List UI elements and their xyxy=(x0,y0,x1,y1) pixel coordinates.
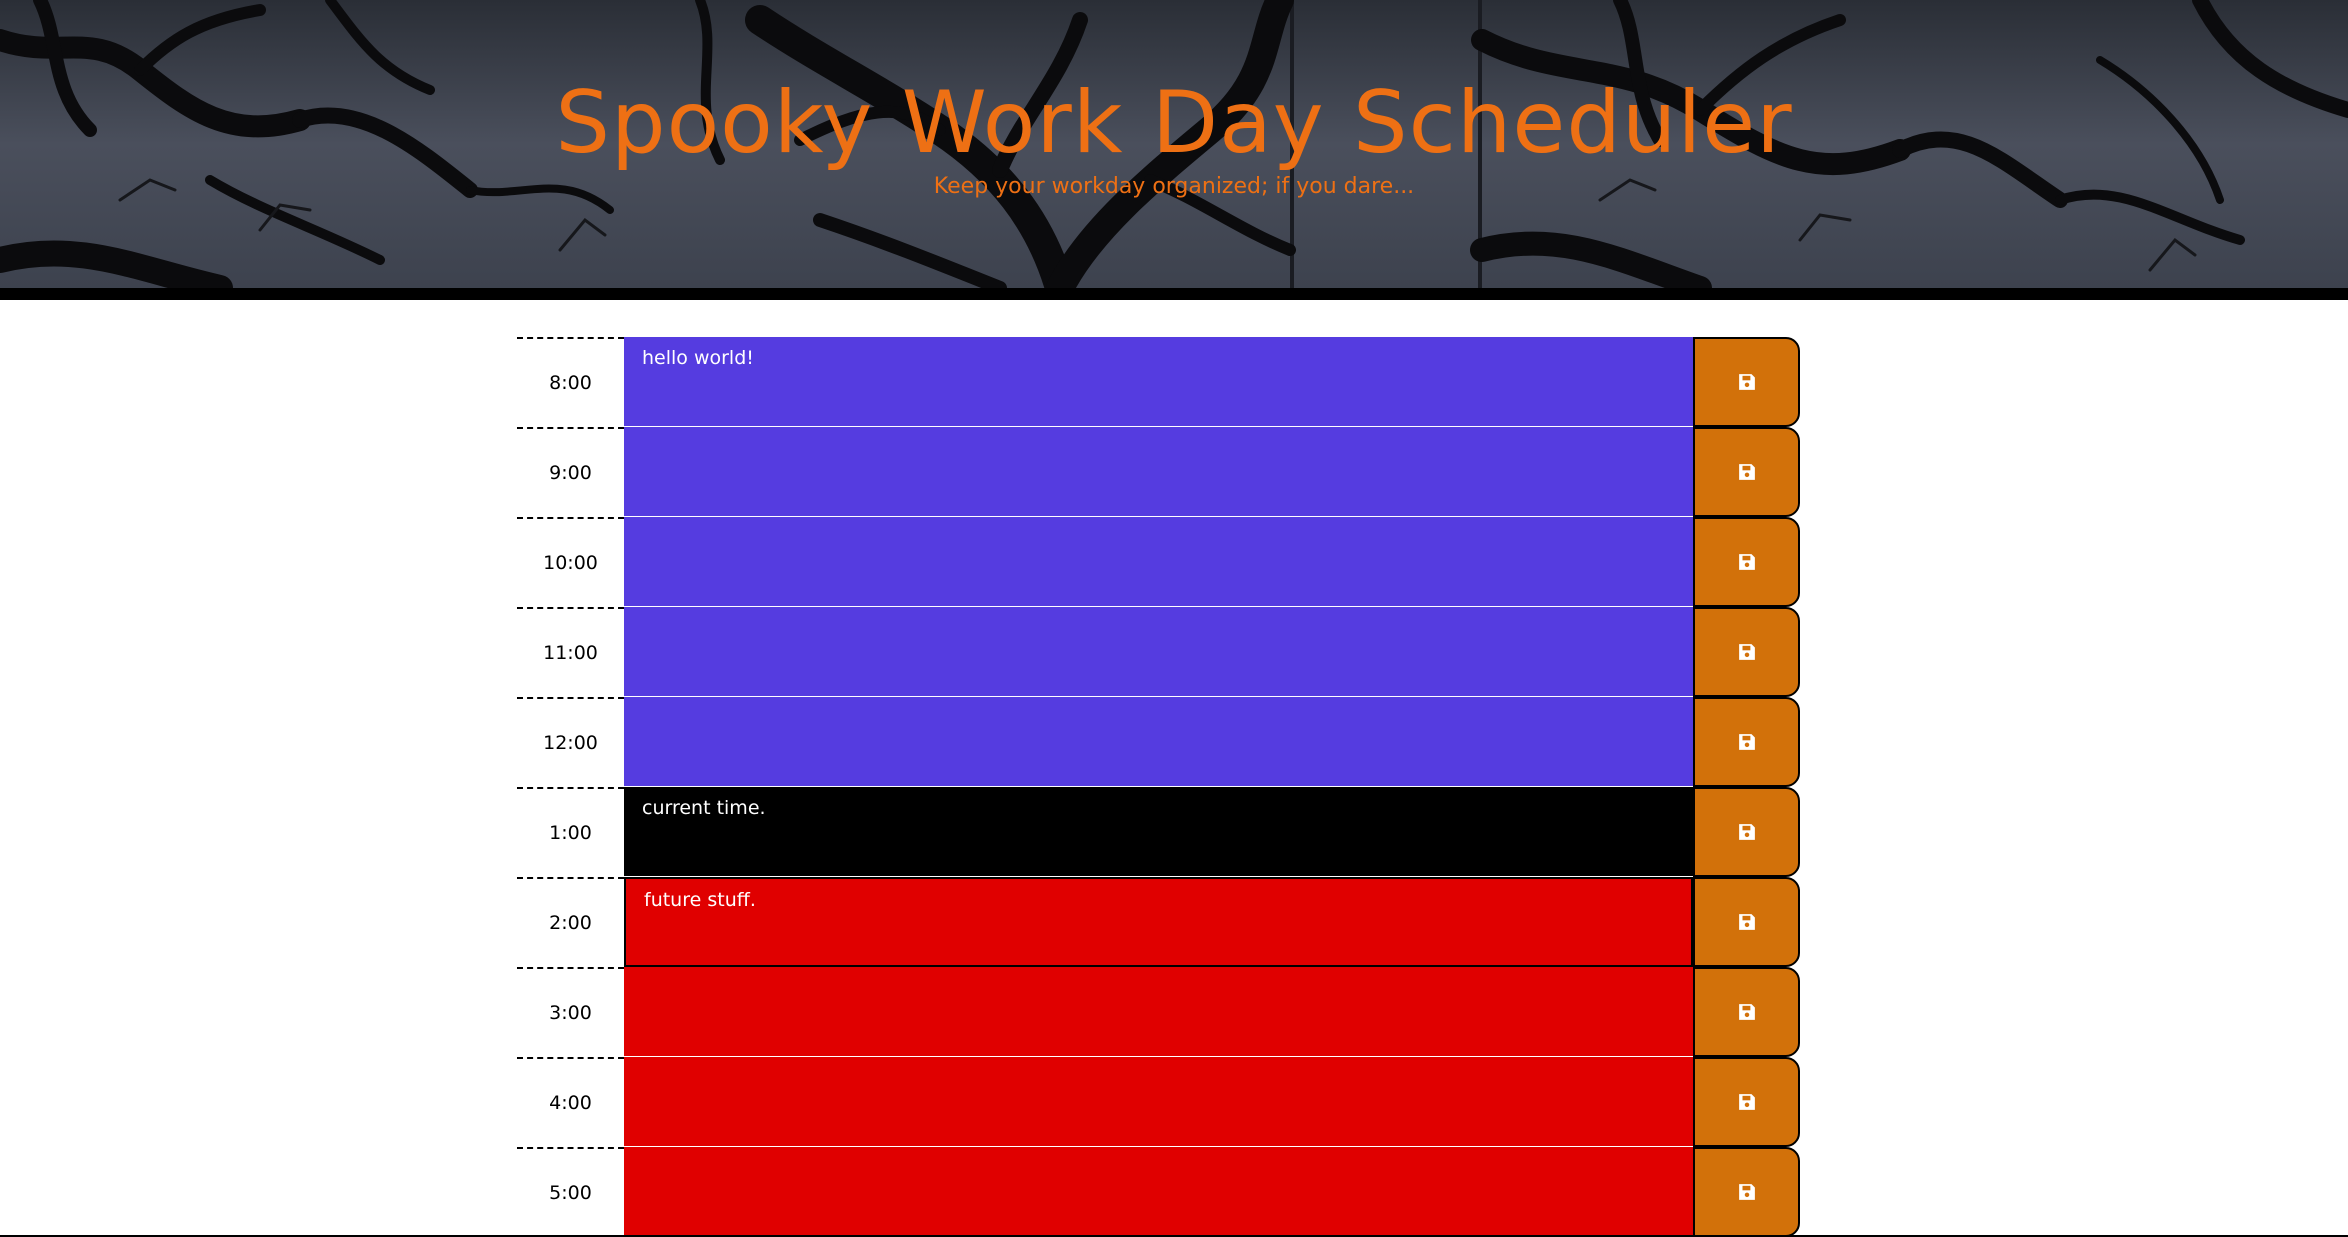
event-description-input[interactable]: current time. xyxy=(624,787,1693,877)
floppy-disk-icon xyxy=(1738,644,1755,660)
hour-label: 1:00 xyxy=(517,787,624,877)
hour-label: 3:00 xyxy=(517,967,624,1057)
hour-label: 5:00 xyxy=(517,1147,624,1237)
time-block-15: 3:00 xyxy=(517,967,1800,1057)
page-subtitle: Keep your workday organized; if you dare… xyxy=(933,174,1415,199)
floppy-disk-icon xyxy=(1738,1184,1755,1200)
event-description-input[interactable]: future stuff. xyxy=(624,877,1693,967)
save-button[interactable] xyxy=(1693,787,1800,877)
save-button[interactable] xyxy=(1693,697,1800,787)
floppy-disk-icon xyxy=(1738,464,1755,480)
floppy-disk-icon xyxy=(1738,554,1755,570)
hour-label: 4:00 xyxy=(517,1057,624,1147)
floppy-disk-icon xyxy=(1738,824,1755,840)
hour-label: 12:00 xyxy=(517,697,624,787)
hour-label: 2:00 xyxy=(517,877,624,967)
floppy-disk-icon xyxy=(1738,914,1755,930)
time-block-12: 12:00 xyxy=(517,697,1800,787)
hour-label: 11:00 xyxy=(517,607,624,697)
event-description-input[interactable] xyxy=(624,517,1693,607)
save-button[interactable] xyxy=(1693,607,1800,697)
hour-label: 8:00 xyxy=(517,337,624,427)
event-description-input[interactable] xyxy=(624,1147,1693,1237)
time-block-11: 11:00 xyxy=(517,607,1800,697)
save-button[interactable] xyxy=(1693,427,1800,517)
time-block-8: 8:00 hello world! xyxy=(517,337,1800,427)
event-description-input[interactable] xyxy=(624,697,1693,787)
time-block-16: 4:00 xyxy=(517,1057,1800,1147)
time-block-14: 2:00 future stuff. xyxy=(517,877,1800,967)
save-button[interactable] xyxy=(1693,877,1800,967)
save-button[interactable] xyxy=(1693,337,1800,427)
floppy-disk-icon xyxy=(1738,374,1755,390)
time-block-13: 1:00 current time. xyxy=(517,787,1800,877)
floppy-disk-icon xyxy=(1738,1004,1755,1020)
event-description-input[interactable] xyxy=(624,1057,1693,1147)
floppy-disk-icon xyxy=(1738,734,1755,750)
save-button[interactable] xyxy=(1693,1147,1800,1237)
schedule-container: 8:00 hello world! 9:00 10:00 11:00 12:00… xyxy=(517,337,1800,1237)
event-description-input[interactable] xyxy=(624,427,1693,517)
floppy-disk-icon xyxy=(1738,1094,1755,1110)
time-block-9: 9:00 xyxy=(517,427,1800,517)
hour-label: 10:00 xyxy=(517,517,624,607)
page-title: Spooky Work Day Scheduler xyxy=(555,73,1793,173)
time-block-10: 10:00 xyxy=(517,517,1800,607)
save-button[interactable] xyxy=(1693,1057,1800,1147)
time-block-17: 5:00 xyxy=(517,1147,1800,1237)
event-description-input[interactable]: hello world! xyxy=(624,337,1693,427)
header-banner: Spooky Work Day Scheduler Keep your work… xyxy=(0,0,2348,300)
hour-label: 9:00 xyxy=(517,427,624,517)
event-description-input[interactable] xyxy=(624,607,1693,697)
save-button[interactable] xyxy=(1693,967,1800,1057)
event-description-input[interactable] xyxy=(624,967,1693,1057)
save-button[interactable] xyxy=(1693,517,1800,607)
